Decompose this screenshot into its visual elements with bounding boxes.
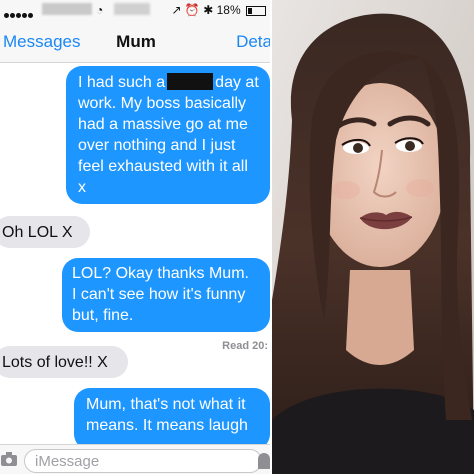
sent-message-bubble[interactable]: I had such a day at work. My boss basical… xyxy=(66,66,270,204)
message-line: had a massive go at me xyxy=(78,116,248,133)
meme-collage: ◔ ↗ ⏰ ✱ 18% Messages Mum Deta I had such… xyxy=(0,0,474,474)
message-line: x xyxy=(78,179,86,196)
message-line: means. It means laugh xyxy=(86,417,248,434)
carrier-blurred xyxy=(42,3,92,15)
battery-icon xyxy=(246,5,266,16)
message-line: LOL? Okay thanks Mum. xyxy=(72,265,249,282)
message-line: over nothing and I just xyxy=(78,137,236,154)
bluetooth-icon: ✱ xyxy=(203,3,214,17)
received-message-bubble[interactable]: Lots of love!! X xyxy=(0,346,128,378)
microphone-icon[interactable] xyxy=(258,453,270,469)
sent-message-bubble[interactable]: LOL? Okay thanks Mum. I can't see how it… xyxy=(62,258,270,332)
received-message-bubble[interactable]: Oh LOL X xyxy=(0,216,90,248)
wifi-icon: ◔ xyxy=(96,3,104,17)
imessage-screenshot: ◔ ↗ ⏰ ✱ 18% Messages Mum Deta I had such… xyxy=(0,0,272,474)
redaction-bar xyxy=(167,73,214,90)
message-line: work. My boss basically xyxy=(78,95,247,112)
message-line: I can't see how it's funny xyxy=(72,286,246,303)
message-line: feel exhausted with it all xyxy=(78,158,248,175)
conversation-title: Mum xyxy=(116,32,156,51)
sent-message-bubble[interactable]: Mum, that's not what it means. It means … xyxy=(74,388,270,450)
message-line: Oh LOL X xyxy=(2,224,73,241)
status-bar: ◔ ↗ ⏰ ✱ 18% xyxy=(0,0,272,20)
status-right: ↗ ⏰ ✱ 18% xyxy=(172,3,266,17)
battery-percent: 18% xyxy=(216,3,241,17)
navigation-bar: Messages Mum Deta xyxy=(0,20,272,63)
message-line: I had such a day at xyxy=(78,73,259,91)
message-input[interactable]: iMessage xyxy=(24,449,262,473)
portrait-illustration xyxy=(272,0,474,474)
alarm-icon: ⏰ xyxy=(184,3,200,17)
portrait-photo xyxy=(272,0,474,474)
message-input-bar: iMessage xyxy=(0,444,272,474)
message-line: Lots of love!! X xyxy=(2,354,108,371)
camera-icon[interactable] xyxy=(0,451,18,467)
signal-icon xyxy=(4,7,38,18)
message-line: but, fine. xyxy=(72,307,134,324)
location-icon: ↗ xyxy=(171,3,182,17)
message-line: Mum, that's not what it xyxy=(86,396,246,413)
read-receipt: Read 20: xyxy=(222,340,268,352)
details-button[interactable]: Deta xyxy=(236,32,272,52)
time-blurred xyxy=(114,3,150,15)
